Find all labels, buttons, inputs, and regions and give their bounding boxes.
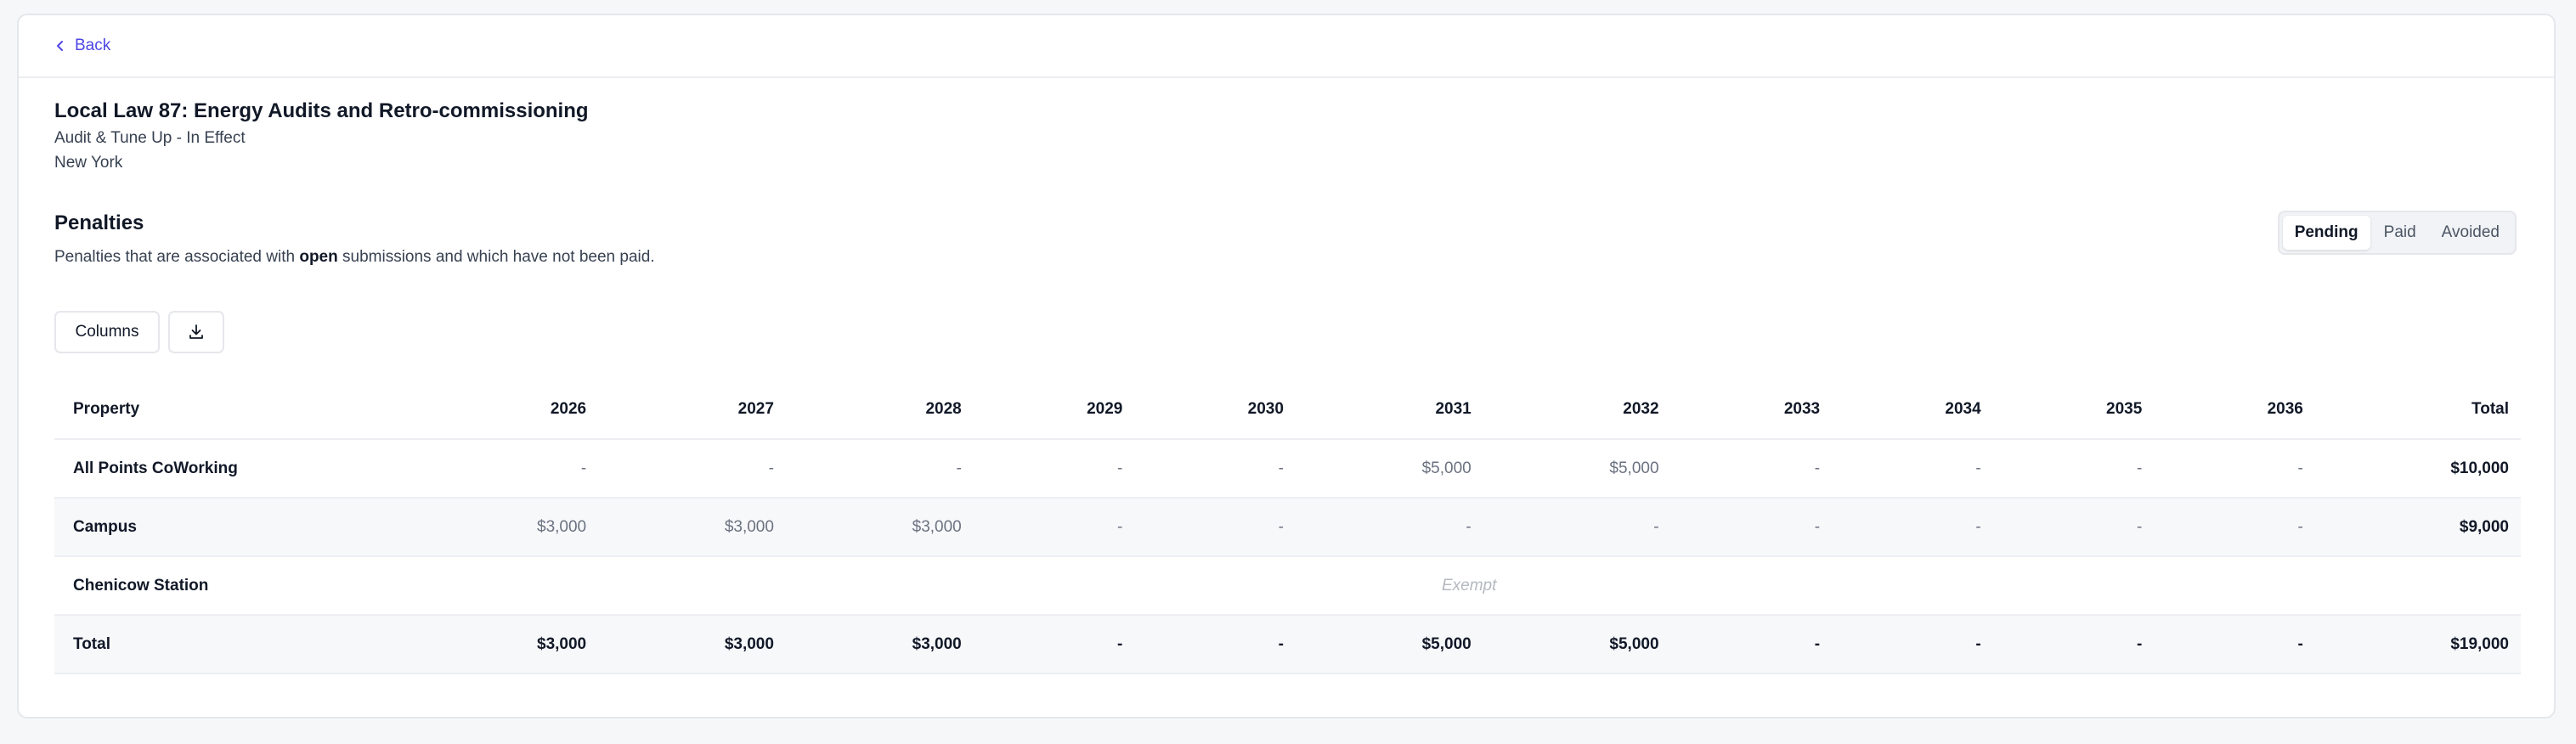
- total-label: Total: [54, 615, 411, 674]
- penalty-cell: -: [1295, 498, 1483, 557]
- total-cell: -: [1670, 615, 1833, 674]
- penalties-table: Property 2026 2027 2028 2029 2030 2031 2032 2033…: [54, 380, 2521, 674]
- law-location: New York: [54, 154, 123, 172]
- penalty-cell: $3,000: [598, 498, 786, 557]
- penalty-cell: -: [785, 439, 974, 499]
- total-cell: $3,000: [785, 615, 974, 674]
- segment-avoided[interactable]: Avoided: [2430, 216, 2511, 250]
- status-segmented-control: Pending Paid Avoided: [2277, 211, 2517, 255]
- table-row[interactable]: Chenicow Station Exempt: [54, 556, 2521, 616]
- total-cell: -: [2154, 615, 2315, 674]
- total-cell: -: [1832, 615, 1993, 674]
- penalty-cell: -: [1134, 498, 1296, 557]
- penalty-cell: -: [598, 439, 786, 499]
- top-bar: Back: [19, 15, 2554, 78]
- total-cell: -: [1134, 615, 1296, 674]
- table-row[interactable]: Campus $3,000 $3,000 $3,000- - - - - - - - $9,000: [54, 498, 2521, 557]
- row-total: $10,000: [2314, 439, 2521, 499]
- desc-text-1: Penalties that are associated with: [54, 248, 300, 266]
- column-header-2029[interactable]: 2029: [973, 380, 1135, 440]
- penalty-cell: -: [1134, 439, 1296, 499]
- segment-pending[interactable]: Pending: [2282, 216, 2370, 250]
- exempt-label: Exempt: [410, 556, 2521, 616]
- penalty-cell: -: [1670, 498, 1833, 557]
- penalties-title: Penalties: [54, 211, 144, 234]
- penalties-card: Back Local Law 87: Energy Audits and Ret…: [17, 14, 2556, 719]
- chevron-left-icon: [57, 41, 63, 51]
- penalty-cell: $5,000: [1483, 439, 1671, 499]
- grand-total: $19,000: [2314, 615, 2521, 674]
- column-header-2026[interactable]: 2026: [410, 380, 599, 440]
- penalties-section: Penalties Penalties that are associated …: [54, 209, 655, 267]
- column-header-property[interactable]: Property: [54, 380, 411, 440]
- column-header-total[interactable]: Total: [2314, 380, 2521, 440]
- penalty-cell: -: [2154, 439, 2315, 499]
- page-header: Local Law 87: Energy Audits and Retro-co…: [54, 97, 589, 175]
- desc-text-2: submissions and which have not been paid…: [337, 248, 655, 266]
- table-row[interactable]: All Points CoWorking - - - - - $5,000 $5,000- - -…: [54, 439, 2521, 499]
- penalty-cell: $5,000: [1295, 439, 1483, 499]
- column-header-2032[interactable]: 2032: [1483, 380, 1671, 440]
- column-header-2033[interactable]: 2033: [1670, 380, 1833, 440]
- penalty-cell: -: [410, 439, 599, 499]
- property-name[interactable]: Campus: [54, 498, 411, 557]
- penalties-description: Penalties that are associated with open …: [54, 248, 655, 267]
- columns-button[interactable]: Columns: [54, 311, 160, 353]
- total-row: Total $3,000 $3,000 $3,000- - $5,000 $5,000- - -…: [54, 615, 2521, 674]
- penalty-cell: -: [1832, 439, 1993, 499]
- total-cell: $3,000: [410, 615, 599, 674]
- column-header-2028[interactable]: 2028: [785, 380, 974, 440]
- segment-paid[interactable]: Paid: [2372, 216, 2428, 250]
- total-cell: -: [973, 615, 1135, 674]
- penalty-cell: -: [1832, 498, 1993, 557]
- column-header-2034[interactable]: 2034: [1832, 380, 1993, 440]
- penalty-cell: $3,000: [410, 498, 599, 557]
- column-header-2036[interactable]: 2036: [2154, 380, 2315, 440]
- total-cell: $5,000: [1295, 615, 1483, 674]
- row-total: $9,000: [2314, 498, 2521, 557]
- penalty-cell: -: [1992, 439, 2155, 499]
- penalty-cell: -: [2154, 498, 2315, 557]
- column-header-2031[interactable]: 2031: [1295, 380, 1483, 440]
- back-link[interactable]: Back: [54, 37, 110, 55]
- penalty-cell: $3,000: [785, 498, 974, 557]
- back-label[interactable]: Back: [75, 37, 110, 55]
- table-toolbar: Columns: [54, 311, 224, 353]
- page-title: Local Law 87: Energy Audits and Retro-co…: [54, 99, 589, 122]
- law-status: Audit & Tune Up - In Effect: [54, 129, 246, 147]
- table-header-row: Property 2026 2027 2028 2029 2030 2031 2032 2033…: [54, 380, 2521, 440]
- desc-open: open: [299, 248, 338, 266]
- penalty-cell: -: [1483, 498, 1671, 557]
- total-cell: $5,000: [1483, 615, 1671, 674]
- column-header-2035[interactable]: 2035: [1992, 380, 2155, 440]
- total-cell: $3,000: [598, 615, 786, 674]
- total-cell: -: [1992, 615, 2155, 674]
- column-header-2030[interactable]: 2030: [1134, 380, 1296, 440]
- penalty-cell: -: [973, 439, 1135, 499]
- penalty-cell: -: [1992, 498, 2155, 557]
- penalty-cell: -: [973, 498, 1135, 557]
- table-body: All Points CoWorking - - - - - $5,000 $5,000- - -…: [54, 439, 2521, 674]
- download-button[interactable]: [168, 311, 224, 353]
- column-header-2027[interactable]: 2027: [598, 380, 786, 440]
- property-name[interactable]: All Points CoWorking: [54, 439, 411, 499]
- penalty-cell: -: [1670, 439, 1833, 499]
- property-name[interactable]: Chenicow Station: [54, 556, 411, 616]
- download-icon: [189, 324, 203, 339]
